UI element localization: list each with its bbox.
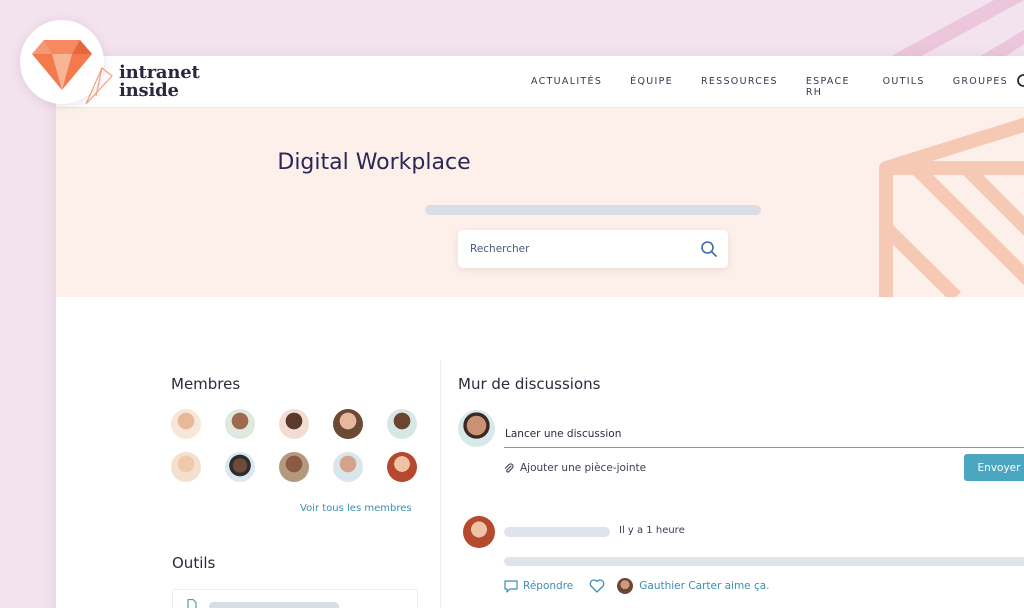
- tool-name-placeholder: [209, 602, 339, 608]
- document-icon: [187, 599, 197, 608]
- nav-item-equipe[interactable]: ÉQUIPE: [630, 76, 673, 98]
- comment-icon: [504, 579, 518, 593]
- nav-item-espace-rh[interactable]: ESPACE RH: [806, 76, 855, 98]
- search-icon[interactable]: [1016, 73, 1024, 91]
- search-icon[interactable]: [700, 240, 718, 258]
- attach-file-label: Ajouter une pièce-jointe: [520, 462, 647, 474]
- hero-subtitle-placeholder: [425, 205, 761, 215]
- reply-button[interactable]: Répondre: [504, 579, 574, 593]
- column-divider: [440, 360, 441, 608]
- compose-underline: [504, 447, 1024, 448]
- current-user-avatar: [458, 410, 495, 447]
- member-avatar[interactable]: [279, 409, 309, 439]
- members-title: Membres: [171, 375, 241, 393]
- post-author-name-placeholder: [504, 527, 610, 537]
- nav-item-groupes[interactable]: GROUPES: [953, 76, 1008, 98]
- background-stripe: [884, 0, 1024, 60]
- reply-label: Répondre: [523, 580, 574, 592]
- post-timestamp: Il y a 1 heure: [619, 525, 685, 536]
- brand-wordmark[interactable]: intranet inside: [119, 64, 200, 100]
- member-avatar[interactable]: [333, 452, 363, 482]
- hero-banner: Digital Workplace: [56, 108, 1024, 297]
- tool-card[interactable]: [172, 589, 418, 608]
- nav-item-actualites[interactable]: ACTUALITÉS: [531, 76, 602, 98]
- see-all-members-link[interactable]: Voir tous les membres: [300, 503, 412, 514]
- liker-avatar: [617, 578, 634, 594]
- wall-title: Mur de discussions: [458, 375, 601, 393]
- page-title: Digital Workplace: [277, 150, 471, 175]
- member-avatar[interactable]: [171, 452, 201, 482]
- search-input[interactable]: [470, 230, 690, 268]
- diamond-outline-icon: [85, 67, 113, 105]
- likes-text[interactable]: Gauthier Carter aime ça.: [639, 580, 769, 592]
- main-nav: ACTUALITÉS ÉQUIPE RESSOURCES ESPACE RH O…: [531, 76, 1024, 98]
- member-avatar[interactable]: [333, 409, 363, 439]
- attach-file-button[interactable]: Ajouter une pièce-jointe: [504, 462, 646, 474]
- app-window: intranet inside ACTUALITÉS ÉQUIPE RESSOU…: [56, 56, 1024, 608]
- post-content-placeholder: [504, 557, 1024, 566]
- member-avatar[interactable]: [279, 452, 309, 482]
- heart-icon[interactable]: [589, 579, 605, 593]
- member-avatar[interactable]: [387, 452, 417, 482]
- brand-line-2: inside: [119, 80, 179, 101]
- member-avatar[interactable]: [225, 452, 255, 482]
- paperclip-icon: [504, 462, 514, 473]
- send-button[interactable]: Envoyer: [964, 454, 1024, 481]
- member-avatar[interactable]: [387, 409, 417, 439]
- nav-item-outils[interactable]: OUTILS: [883, 76, 925, 98]
- tools-title: Outils: [172, 554, 216, 572]
- compose-input[interactable]: Lancer une discussion: [505, 428, 621, 440]
- post-author-avatar[interactable]: [463, 516, 495, 548]
- top-navigation-bar: intranet inside ACTUALITÉS ÉQUIPE RESSOU…: [56, 56, 1024, 108]
- likes-summary: Gauthier Carter aime ça.: [617, 578, 770, 594]
- diamond-decoration: [879, 117, 1024, 297]
- post-actions: Répondre Gauthier Carter aime ça.: [504, 578, 770, 594]
- search-box: [458, 230, 728, 268]
- member-avatar[interactable]: [171, 409, 201, 439]
- nav-item-ressources[interactable]: RESSOURCES: [701, 76, 778, 98]
- member-avatar[interactable]: [225, 409, 255, 439]
